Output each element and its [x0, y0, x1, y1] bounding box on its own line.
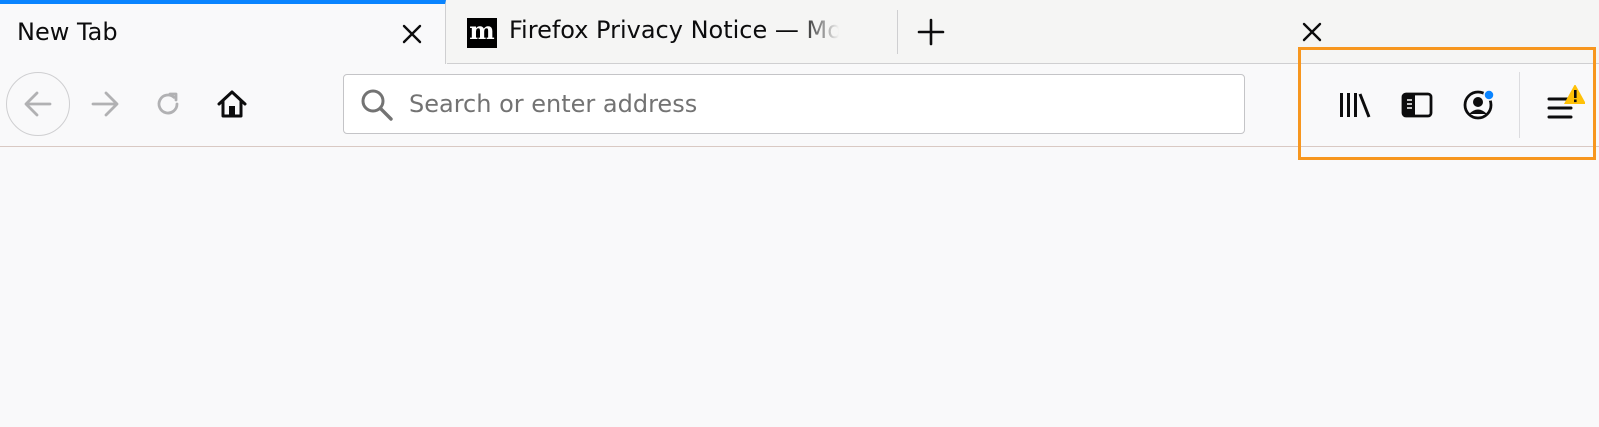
back-button[interactable] — [6, 72, 70, 136]
close-tab-button[interactable] — [395, 17, 429, 51]
close-icon — [1302, 22, 1322, 42]
hamburger-menu-icon — [1547, 85, 1585, 119]
navigation-toolbar — [0, 64, 1599, 147]
browser-window: New Tab m Firefox Privacy Notice — Mozil… — [0, 0, 1599, 427]
search-input[interactable] — [409, 87, 1209, 121]
close-tab-button[interactable] — [1295, 15, 1329, 49]
account-icon — [1463, 89, 1495, 120]
sidebar-button[interactable] — [1392, 80, 1442, 130]
library-icon — [1340, 93, 1371, 118]
address-bar[interactable] — [343, 74, 1245, 134]
arrow-right-icon — [91, 91, 119, 117]
toolbar-separator — [1519, 72, 1520, 138]
sidebar-icon — [1401, 92, 1433, 118]
home-icon — [217, 90, 247, 118]
open-menu-button[interactable] — [1535, 80, 1585, 130]
search-icon — [361, 89, 393, 121]
arrow-left-icon — [24, 91, 52, 117]
account-button[interactable] — [1455, 80, 1505, 130]
plus-icon — [917, 18, 945, 46]
reload-button[interactable] — [144, 80, 192, 128]
tab-title: Firefox Privacy Notice — Mozilla — [509, 16, 839, 44]
tab-separator — [897, 10, 898, 54]
tab-new-tab[interactable]: New Tab — [0, 0, 446, 64]
tab-title: New Tab — [17, 18, 118, 46]
page-content — [0, 148, 1599, 427]
reload-icon — [157, 92, 179, 115]
mozilla-favicon-icon: m — [467, 18, 497, 48]
home-button[interactable] — [208, 80, 256, 128]
library-button[interactable] — [1330, 80, 1380, 130]
new-tab-button[interactable] — [913, 14, 949, 50]
close-icon — [402, 24, 422, 44]
forward-button[interactable] — [81, 80, 129, 128]
tab-privacy-notice[interactable]: m Firefox Privacy Notice — Mozilla — [447, 0, 1322, 64]
tab-strip: New Tab m Firefox Privacy Notice — Mozil… — [0, 0, 1599, 64]
